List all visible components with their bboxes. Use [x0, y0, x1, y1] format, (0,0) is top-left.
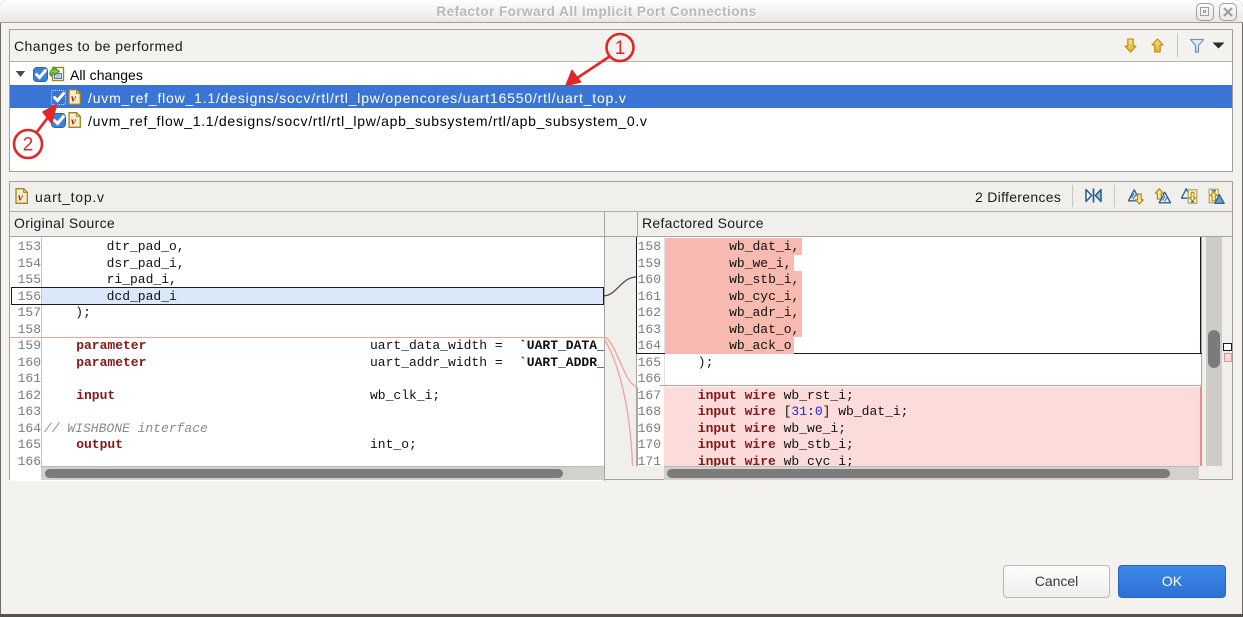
- svg-text:v: v: [18, 192, 23, 204]
- svg-text:v: v: [71, 116, 76, 128]
- svg-text:v: v: [71, 93, 76, 105]
